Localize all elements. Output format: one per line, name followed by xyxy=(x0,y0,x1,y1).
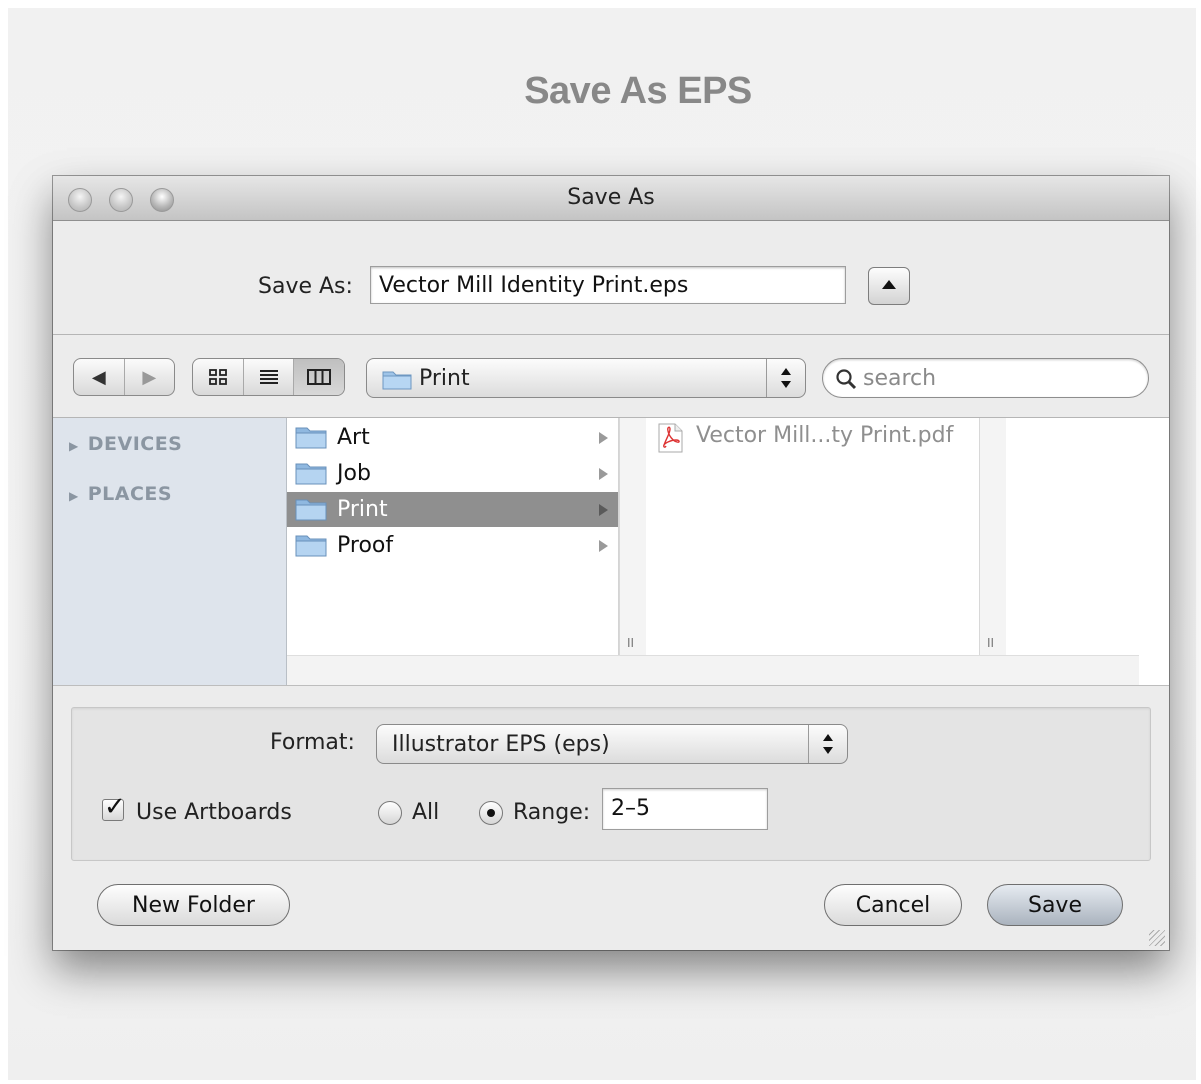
back-forward-control: ◀ ▶ xyxy=(73,358,175,396)
disclosure-triangle-icon: ▶ xyxy=(69,439,79,453)
sidebar-section-devices[interactable]: ▶ DEVICES xyxy=(69,433,182,455)
format-label: Format: xyxy=(270,730,355,755)
save-as-label: Save As: xyxy=(258,274,353,299)
chevron-right-icon xyxy=(599,540,608,552)
back-button[interactable]: ◀ xyxy=(74,359,125,395)
column-resize-gutter[interactable]: II xyxy=(619,418,646,656)
folder-label: Art xyxy=(337,425,370,450)
all-radio[interactable] xyxy=(378,801,402,825)
save-dialog: Save As Save As: Vector Mill Identity Pr… xyxy=(53,176,1169,950)
browser-column-3 xyxy=(1006,418,1169,656)
folder-label: Job xyxy=(337,461,371,486)
range-label: Range: xyxy=(513,800,591,825)
popup-arrows-icon xyxy=(808,725,847,763)
chevron-right-icon xyxy=(599,504,608,516)
folder-row-print[interactable]: Print xyxy=(287,492,618,527)
save-button[interactable]: Save xyxy=(987,884,1123,926)
titlebar: Save As xyxy=(53,176,1169,221)
list-view-button[interactable] xyxy=(244,359,295,395)
file-row-pdf[interactable]: Vector Mill...ty Print.pdf xyxy=(656,423,953,459)
column-view-button[interactable] xyxy=(294,359,344,395)
list-view-icon xyxy=(259,370,278,384)
use-artboards-checkbox[interactable]: ✓ xyxy=(102,792,126,822)
icon-view-button[interactable] xyxy=(193,359,244,395)
folder-row-job[interactable]: Job xyxy=(287,456,618,491)
format-value: Illustrator EPS (eps) xyxy=(392,732,610,757)
sidebar: ▶ DEVICES ▶ PLACES xyxy=(53,418,287,686)
location-label: Print xyxy=(419,366,470,391)
radio-dot-icon xyxy=(487,809,495,817)
browser-column-2: Vector Mill...ty Print.pdf xyxy=(646,418,980,656)
disclosure-up-icon xyxy=(882,280,896,289)
folder-icon xyxy=(382,371,412,390)
column-resize-handle-icon[interactable]: II xyxy=(627,636,634,650)
column-resize-handle-icon[interactable]: II xyxy=(987,636,994,650)
forward-button[interactable]: ▶ xyxy=(125,359,175,395)
save-as-row: Save As: Vector Mill Identity Print.eps xyxy=(53,220,1169,335)
collapse-browser-button[interactable] xyxy=(868,267,910,305)
options-panel: Format: Illustrator EPS (eps) ✓ Use Artb… xyxy=(71,707,1151,861)
all-label: All xyxy=(412,800,440,825)
folder-row-art[interactable]: Art xyxy=(287,420,618,455)
column-resize-gutter[interactable]: II xyxy=(979,418,1006,656)
resize-grip-icon[interactable] xyxy=(1149,930,1165,946)
range-radio[interactable] xyxy=(479,801,503,825)
location-popup[interactable]: Print xyxy=(366,358,806,398)
column-view-icon xyxy=(307,369,332,385)
chevron-right-icon xyxy=(599,468,608,480)
checkmark-icon: ✓ xyxy=(104,792,126,822)
pdf-file-icon xyxy=(658,423,683,453)
back-arrow-icon: ◀ xyxy=(91,366,106,388)
cancel-button[interactable]: Cancel xyxy=(824,884,962,926)
file-browser: ▶ DEVICES ▶ PLACES Art Job Print Proof I… xyxy=(53,418,1169,686)
file-label: Vector Mill...ty Print.pdf xyxy=(696,423,954,448)
search-placeholder: search xyxy=(863,366,937,391)
format-popup[interactable]: Illustrator EPS (eps) xyxy=(376,724,848,764)
disclosure-triangle-icon: ▶ xyxy=(69,489,79,503)
view-mode-control xyxy=(192,358,345,396)
horizontal-scrollbar[interactable] xyxy=(287,655,1139,686)
folder-icon xyxy=(295,427,327,449)
chevron-right-icon xyxy=(599,432,608,444)
divider xyxy=(53,685,1169,686)
folder-icon xyxy=(295,463,327,485)
search-icon xyxy=(836,369,857,390)
new-folder-button[interactable]: New Folder xyxy=(97,884,290,926)
folder-icon xyxy=(295,535,327,557)
use-artboards-label: Use Artboards xyxy=(136,800,292,825)
folder-row-proof[interactable]: Proof xyxy=(287,528,618,563)
browser-column-1: Art Job Print Proof xyxy=(287,418,619,656)
range-field[interactable]: 2–5 xyxy=(602,788,768,830)
search-field[interactable]: search xyxy=(822,358,1149,398)
folder-label: Proof xyxy=(337,533,394,558)
page-heading: Save As EPS xyxy=(524,70,752,112)
popup-arrows-icon xyxy=(766,359,805,397)
folder-icon xyxy=(295,499,327,521)
filename-field[interactable]: Vector Mill Identity Print.eps xyxy=(370,266,846,304)
icon-view-icon xyxy=(208,369,227,385)
forward-arrow-icon: ▶ xyxy=(142,366,157,388)
window-title: Save As xyxy=(567,185,655,210)
folder-label: Print xyxy=(337,497,388,522)
sidebar-section-places[interactable]: ▶ PLACES xyxy=(69,483,172,505)
